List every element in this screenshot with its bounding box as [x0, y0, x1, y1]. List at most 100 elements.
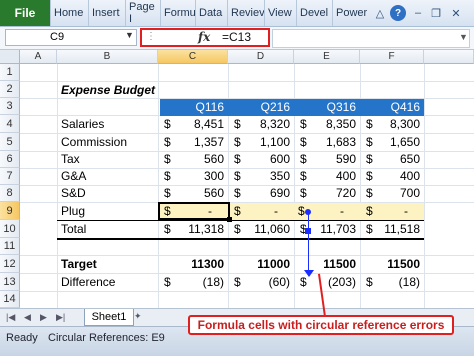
- cell-value[interactable]: -: [374, 203, 408, 220]
- cell-value[interactable]: 11300: [170, 256, 224, 273]
- next-sheet-icon[interactable]: ▶: [40, 312, 47, 323]
- row-label-plug[interactable]: Plug: [61, 203, 85, 220]
- column-header-b[interactable]: B: [57, 50, 158, 64]
- cell-value[interactable]: (203): [310, 274, 356, 291]
- help-icon[interactable]: ?: [390, 5, 406, 21]
- cell-value[interactable]: -: [310, 203, 344, 220]
- row-header-8[interactable]: 8: [0, 185, 20, 202]
- cell-value[interactable]: (18): [374, 274, 420, 291]
- cell-value[interactable]: 8,300: [374, 116, 420, 133]
- tab-developer[interactable]: Devel: [296, 0, 332, 26]
- cell-value[interactable]: 650: [374, 151, 420, 168]
- cell-value[interactable]: 1,683: [310, 134, 356, 151]
- column-header-f[interactable]: F: [360, 50, 424, 64]
- row-label-salaries[interactable]: Salaries: [61, 116, 104, 133]
- cell-value[interactable]: (60): [244, 274, 290, 291]
- cell-value[interactable]: 560: [176, 151, 224, 168]
- row-header-14[interactable]: 14: [0, 291, 20, 308]
- tab-review[interactable]: Reviev: [227, 0, 265, 26]
- row-label-difference[interactable]: Difference: [61, 274, 115, 291]
- cell-value[interactable]: 300: [176, 168, 224, 185]
- row-label-sd[interactable]: S&D: [61, 185, 86, 202]
- select-all-corner[interactable]: [0, 50, 20, 64]
- cell-value[interactable]: 11,318: [176, 221, 224, 238]
- cell-value[interactable]: 11,518: [374, 221, 420, 238]
- cell-value[interactable]: 1,650: [374, 134, 420, 151]
- quarter-header-q116[interactable]: Q116: [160, 99, 224, 116]
- cell-value[interactable]: 560: [176, 185, 224, 202]
- name-box[interactable]: C9: [5, 29, 137, 46]
- sheet-title[interactable]: Expense Budget: [61, 82, 155, 99]
- row-header-3[interactable]: 3: [0, 98, 20, 115]
- row-header-9[interactable]: 9: [0, 202, 20, 220]
- cell-value[interactable]: 11500: [366, 256, 420, 273]
- cell-value[interactable]: 350: [244, 168, 290, 185]
- row-header-13[interactable]: 13: [0, 273, 20, 291]
- column-header-d[interactable]: D: [228, 50, 294, 64]
- row-header-6[interactable]: 6: [0, 151, 20, 168]
- tab-view[interactable]: View: [264, 0, 296, 26]
- row-header-10[interactable]: 10: [0, 220, 20, 238]
- cell-value[interactable]: 11,060: [244, 221, 290, 238]
- cell-value[interactable]: 590: [310, 151, 356, 168]
- column-header-g[interactable]: [424, 50, 474, 64]
- row-header-7[interactable]: 7: [0, 168, 20, 185]
- chevron-down-icon[interactable]: ▼: [125, 30, 134, 40]
- row-header-2[interactable]: 2: [0, 81, 20, 98]
- cell-value[interactable]: 11000: [236, 256, 290, 273]
- cell-value[interactable]: -: [244, 203, 278, 220]
- grid-line: [20, 291, 474, 292]
- cell-value[interactable]: 720: [310, 185, 356, 202]
- cell-value[interactable]: 8,320: [244, 116, 290, 133]
- row-label-target[interactable]: Target: [61, 256, 97, 273]
- cell-value[interactable]: 400: [374, 168, 420, 185]
- close-window-icon[interactable]: ✕: [448, 5, 464, 21]
- row-header-11[interactable]: 11: [0, 238, 20, 255]
- first-sheet-icon[interactable]: |◀: [6, 312, 15, 323]
- tab-page-layout[interactable]: Page I: [125, 0, 160, 26]
- cell-value[interactable]: 600: [244, 151, 290, 168]
- previous-sheet-icon[interactable]: ◀: [24, 312, 31, 323]
- column-header-c[interactable]: C: [158, 50, 228, 64]
- tab-insert[interactable]: Insert: [88, 0, 125, 26]
- fill-handle[interactable]: [227, 217, 232, 222]
- row-label-total[interactable]: Total: [61, 221, 86, 238]
- tab-home[interactable]: Home: [50, 0, 88, 26]
- row-label-commission[interactable]: Commission: [61, 134, 127, 151]
- cell-value[interactable]: 400: [310, 168, 356, 185]
- minimize-ribbon-icon[interactable]: △: [372, 5, 388, 21]
- tab-data[interactable]: Data: [195, 0, 227, 26]
- row-header-1[interactable]: 1: [0, 64, 20, 81]
- formula-input[interactable]: =C13: [222, 30, 251, 44]
- quarter-header-q216[interactable]: Q216: [230, 99, 290, 116]
- last-sheet-icon[interactable]: ▶|: [56, 312, 65, 323]
- row-header-5[interactable]: 5: [0, 133, 20, 151]
- column-header-e[interactable]: E: [294, 50, 360, 64]
- restore-window-icon[interactable]: ❐: [428, 5, 444, 21]
- row-label-tax[interactable]: Tax: [61, 151, 80, 168]
- quarter-header-q316[interactable]: Q316: [296, 99, 356, 116]
- row-header-12[interactable]: 12: [0, 255, 20, 273]
- column-header-a[interactable]: A: [20, 50, 57, 64]
- tab-power[interactable]: Power: [332, 0, 368, 26]
- cell-value[interactable]: 1,357: [176, 134, 224, 151]
- quarter-header-q416[interactable]: Q416: [362, 99, 420, 116]
- cell-value[interactable]: 8,350: [310, 116, 356, 133]
- insert-sheet-icon[interactable]: ✦: [134, 311, 148, 323]
- expand-formula-bar-icon[interactable]: ▼: [459, 32, 468, 42]
- cell-value[interactable]: 700: [374, 185, 420, 202]
- cell-value[interactable]: 11,703: [310, 221, 356, 238]
- file-tab[interactable]: File: [0, 0, 50, 26]
- row-label-ga[interactable]: G&A: [61, 168, 86, 185]
- sheet-tab-sheet1[interactable]: Sheet1: [84, 309, 134, 326]
- row-header-4[interactable]: 4: [0, 115, 20, 133]
- status-circular-references[interactable]: Circular References: E9: [48, 332, 165, 344]
- cell-value[interactable]: 8,451: [176, 116, 224, 133]
- cell-value[interactable]: 1,100: [244, 134, 290, 151]
- function-icon[interactable]: fx: [198, 30, 210, 44]
- tab-formulas[interactable]: Formu: [160, 0, 196, 26]
- active-cell-c9[interactable]: [158, 202, 230, 220]
- cell-value[interactable]: 690: [244, 185, 290, 202]
- minimize-window-icon[interactable]: –: [410, 5, 426, 21]
- cell-value[interactable]: (18): [176, 274, 224, 291]
